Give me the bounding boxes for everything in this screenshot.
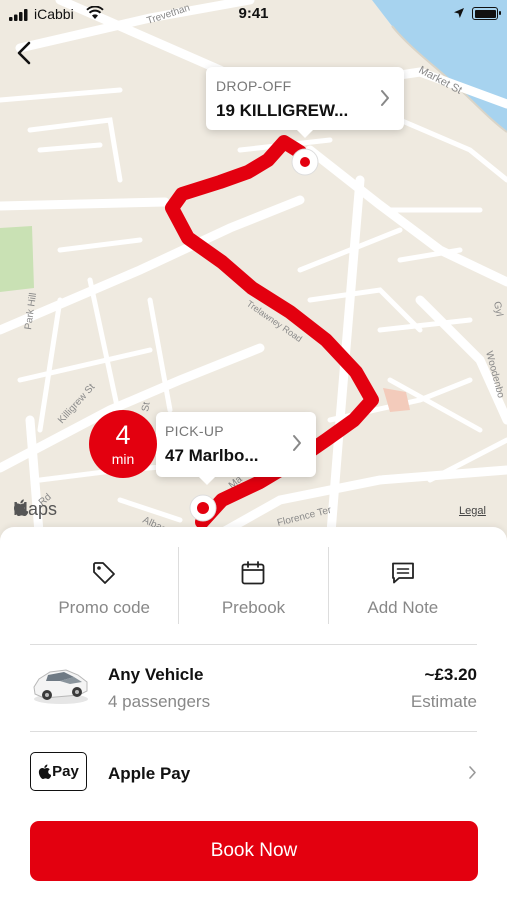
calendar-icon (242, 561, 265, 585)
chevron-left-icon (17, 41, 31, 65)
dropoff-label: DROP-OFF (216, 78, 292, 94)
legal-link[interactable]: Legal (459, 505, 486, 517)
back-button[interactable] (8, 36, 40, 70)
add-note-label: Add Note (367, 598, 439, 617)
add-note-button[interactable]: Add Note (329, 547, 477, 624)
fare-estimate-label: Estimate (410, 692, 477, 711)
pickup-label: PICK-UP (165, 423, 224, 439)
book-now-button[interactable]: Book Now (30, 821, 478, 881)
street-label: Gyl (491, 301, 504, 318)
payment-method-name: Apple Pay (108, 764, 191, 783)
booking-sheet: Promo code Prebook Add Note Any Vehicle … (0, 527, 507, 900)
street-label: St (140, 401, 153, 412)
chevron-right-icon (293, 435, 301, 451)
location-arrow-icon (454, 8, 464, 18)
pickup-pin (189, 494, 217, 522)
vehicle-name: Any Vehicle (108, 665, 204, 684)
fare-price: ~£3.20 (424, 665, 477, 684)
apple-pay-badge: Pay (30, 752, 87, 791)
prebook-label: Prebook (221, 598, 286, 617)
payment-method-selector[interactable]: Pay Apple Pay (30, 732, 477, 814)
status-bar: iCabbi 9:41 (0, 0, 507, 28)
apple-icon (39, 764, 52, 779)
promo-code-button[interactable]: Promo code (30, 547, 178, 624)
battery-icon (472, 7, 501, 20)
maps-attribution: Maps (13, 499, 57, 520)
note-icon (391, 562, 414, 584)
pickup-callout[interactable]: PICK-UP 47 Marlbo... (156, 412, 316, 485)
eta-unit: min (111, 451, 135, 467)
car-icon (33, 669, 88, 704)
eta-value: 4 (115, 420, 131, 450)
status-time: 9:41 (238, 5, 269, 22)
pickup-address: 47 Marlbo... (165, 446, 259, 465)
chevron-right-icon (381, 90, 389, 106)
tag-icon (93, 562, 116, 584)
eta-badge: 4 min (89, 410, 157, 478)
dropoff-pin (291, 148, 319, 176)
booking-options: Promo code Prebook Add Note (30, 547, 477, 624)
dropoff-address: 19 KILLIGREW... (216, 101, 349, 120)
apple-icon (14, 499, 28, 516)
prebook-button[interactable]: Prebook (179, 547, 327, 624)
dropoff-callout[interactable]: DROP-OFF 19 KILLIGREW... (206, 67, 404, 138)
chevron-right-icon (469, 766, 476, 779)
pay-badge-label: Pay (52, 763, 79, 780)
street-label: Florence Ter (276, 505, 333, 529)
vehicle-passengers: 4 passengers (108, 692, 211, 711)
vehicle-selector[interactable]: Any Vehicle 4 passengers ~£3.20 Estimate (30, 645, 477, 731)
promo-code-label: Promo code (58, 598, 150, 617)
